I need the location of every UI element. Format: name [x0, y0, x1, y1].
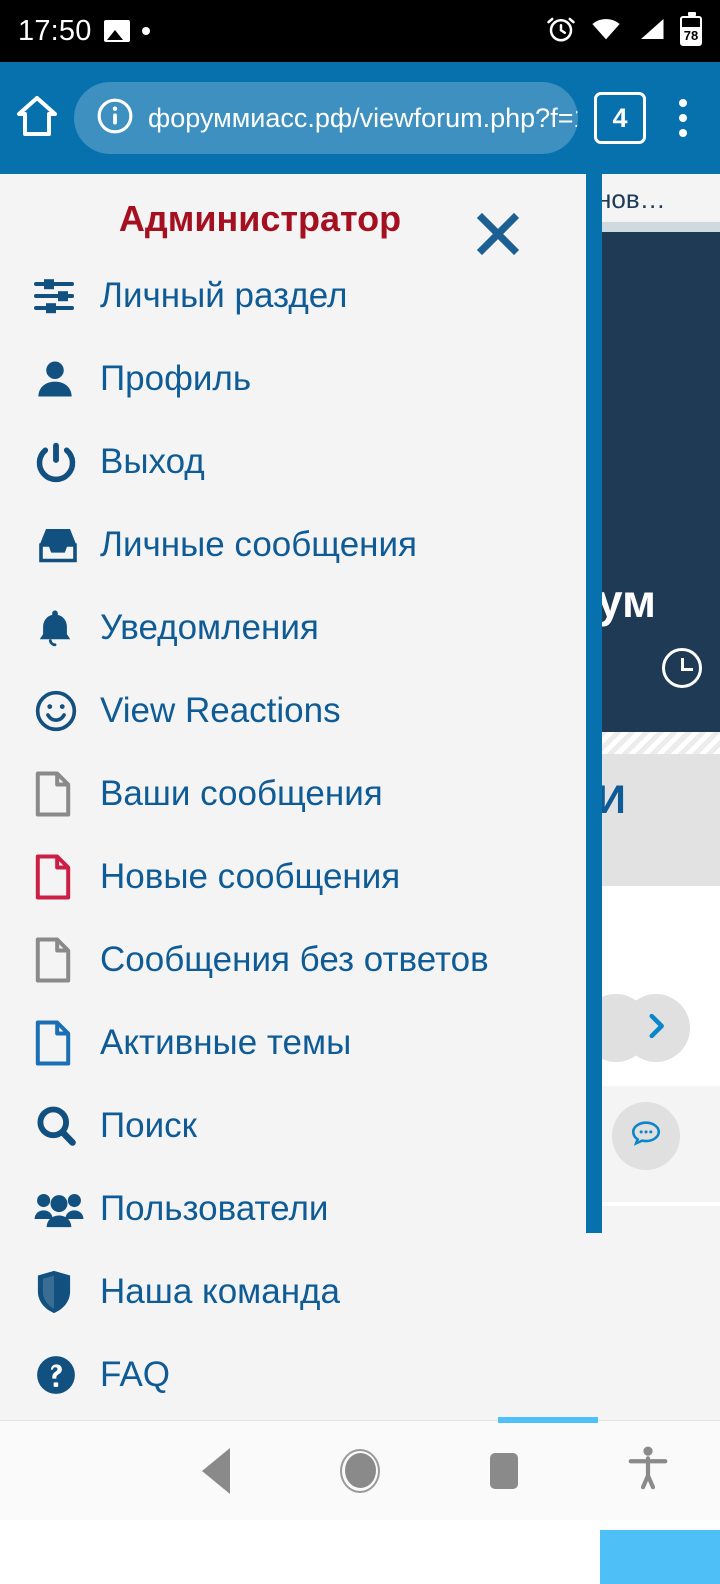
menu-item-label: Личные сообщения: [100, 524, 417, 564]
android-navigation-bar: [0, 1417, 720, 1520]
alarm-icon: [546, 14, 576, 49]
menu-item-personal-section[interactable]: Личный раздел: [0, 254, 586, 337]
accessibility-icon: [628, 1445, 668, 1496]
background-hero-title: ум: [597, 575, 657, 627]
recents-square-icon: [490, 1452, 518, 1489]
tab-count-button[interactable]: 4: [594, 92, 646, 144]
background-accent-block: [600, 1530, 720, 1584]
background-divider: [600, 1202, 720, 1206]
document-icon: [34, 935, 90, 985]
menu-dot-1: [679, 99, 687, 107]
menu-item-profile[interactable]: Профиль: [0, 337, 586, 420]
menu-item-label: Активные темы: [100, 1022, 352, 1062]
background-rule: [586, 222, 720, 232]
background-stripe-band: [586, 732, 720, 754]
user-icon: [34, 354, 90, 404]
nav-accent-strip: [498, 1417, 598, 1423]
status-bar-left: 17:50: [18, 15, 150, 48]
signal-icon: [636, 16, 666, 47]
menu-item-private-messages[interactable]: Личные сообщения: [0, 503, 586, 586]
photo-icon: [103, 20, 130, 42]
menu-item-your-posts[interactable]: Ваши сообщения: [0, 752, 586, 835]
nav-accessibility-button[interactable]: [576, 1445, 720, 1496]
smiley-icon: [34, 686, 90, 736]
menu-item-view-reactions[interactable]: View Reactions: [0, 669, 586, 752]
nav-home-button[interactable]: [288, 1448, 432, 1493]
inbox-icon: [34, 520, 90, 570]
close-icon[interactable]: [474, 210, 522, 258]
url-text: форуммиасс.рф/viewforum.php?f=1: [148, 102, 578, 133]
users-icon: [34, 1184, 90, 1234]
menu-item-active-topics[interactable]: Активные темы: [0, 1001, 586, 1084]
info-icon[interactable]: [96, 97, 134, 140]
menu-dot-3: [679, 129, 687, 137]
chat-bubble-icon: [629, 1117, 663, 1156]
question-circle-icon: [34, 1350, 90, 1400]
menu-item-label: Уведомления: [100, 607, 319, 647]
background-hero: [586, 232, 720, 732]
menu-item-label: Поиск: [100, 1105, 197, 1145]
dot-icon: [141, 27, 150, 35]
drawer-title: Администратор: [118, 198, 402, 239]
menu-item-label: Наша команда: [100, 1271, 340, 1311]
status-bar-right: 78: [546, 12, 702, 49]
drawer-divider: [586, 174, 602, 1233]
menu-item-label: FAQ: [100, 1354, 171, 1394]
nav-back-button[interactable]: [144, 1447, 288, 1494]
shield-icon: [34, 1267, 90, 1317]
wifi-icon: [590, 16, 622, 47]
bell-icon: [34, 603, 90, 653]
menu-item-our-team[interactable]: Наша команда: [0, 1250, 586, 1333]
overflow-menu-icon[interactable]: [646, 99, 720, 137]
chevron-right-icon: [639, 1009, 673, 1048]
back-triangle-icon: [202, 1447, 230, 1494]
background-circle-button-next[interactable]: [622, 994, 690, 1062]
browser-toolbar: форуммиасс.рф/viewforum.php?f=1 4: [0, 62, 720, 174]
menu-item-members[interactable]: Пользователи: [0, 1167, 586, 1250]
menu-item-label: Личный раздел: [100, 275, 348, 315]
sliders-icon: [34, 271, 90, 321]
document-icon: [34, 769, 90, 819]
clock-icon: [662, 648, 702, 688]
document-icon: [34, 852, 90, 902]
menu-item-label: Ваши сообщения: [100, 773, 383, 813]
battery-icon: 78: [680, 12, 702, 46]
background-breadcrumb-text: нов…: [597, 184, 666, 214]
menu-item-notifications[interactable]: Уведомления: [0, 586, 586, 669]
menu-item-search[interactable]: Поиск: [0, 1084, 586, 1167]
menu-item-unanswered-posts[interactable]: Сообщения без ответов: [0, 918, 586, 1001]
home-circle-icon: [340, 1448, 380, 1493]
background-circle-button-chat[interactable]: [612, 1102, 680, 1170]
menu-item-label: View Reactions: [100, 690, 341, 730]
menu-item-new-posts[interactable]: Новые сообщения: [0, 835, 586, 918]
home-icon: [13, 92, 61, 145]
menu-item-label: Профиль: [100, 358, 252, 398]
url-bar[interactable]: форуммиасс.рф/viewforum.php?f=1: [74, 82, 578, 154]
drawer-menu: Личный раздел Профиль Выход Личные сообщ…: [0, 254, 586, 1416]
status-bar: 17:50 78: [0, 0, 720, 62]
menu-item-label: Сообщения без ответов: [100, 939, 489, 979]
nav-recents-button[interactable]: [432, 1452, 576, 1489]
clock-text: 17:50: [18, 14, 92, 47]
document-icon: [34, 1018, 90, 1068]
search-icon: [34, 1101, 90, 1151]
menu-item-logout[interactable]: Выход: [0, 420, 586, 503]
menu-dot-2: [679, 114, 687, 122]
menu-item-label: Пользователи: [100, 1188, 329, 1228]
menu-item-faq[interactable]: FAQ: [0, 1333, 586, 1416]
menu-item-label: Новые сообщения: [100, 856, 401, 896]
battery-level: 78: [682, 27, 700, 44]
home-button[interactable]: [0, 92, 74, 145]
menu-item-label: Выход: [100, 441, 205, 481]
navigation-drawer: Администратор Личный раздел Профиль Выхо…: [0, 174, 586, 1420]
power-icon: [34, 437, 90, 487]
